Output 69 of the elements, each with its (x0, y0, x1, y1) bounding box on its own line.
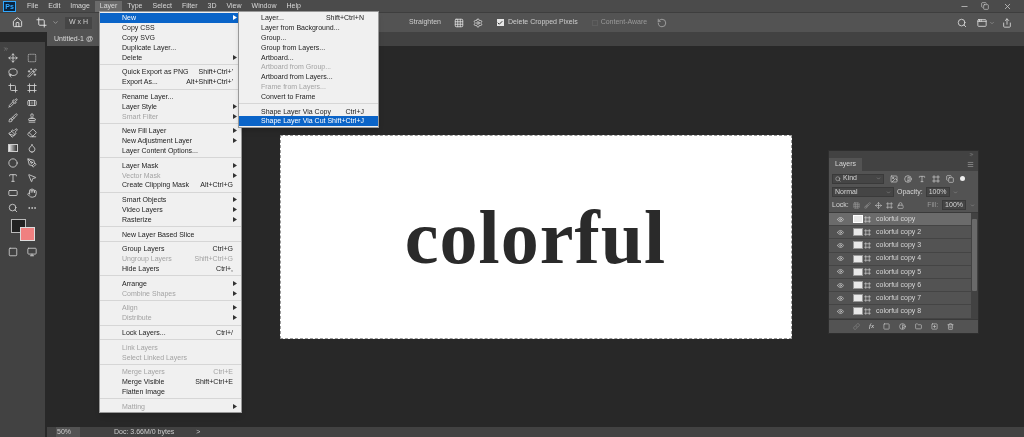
lock-artboard-icon[interactable] (885, 201, 893, 209)
layer-mask-icon (864, 281, 871, 289)
gradient-icon[interactable] (8, 144, 18, 152)
wand-icon[interactable] (27, 68, 37, 78)
share-icon[interactable] (1002, 17, 1012, 28)
image-filter-icon[interactable] (890, 174, 898, 183)
crop-icon[interactable] (36, 17, 47, 28)
move-icon[interactable] (8, 53, 18, 63)
quick-mask-icon[interactable] (8, 247, 18, 257)
lock-paint-icon[interactable] (863, 201, 871, 209)
settings-icon[interactable] (473, 17, 483, 28)
bandage-icon[interactable] (27, 98, 37, 108)
lock-icon[interactable] (896, 201, 904, 209)
lock-pixels-icon[interactable] (852, 201, 860, 209)
chevron-down-icon (876, 176, 881, 181)
workspace-icon[interactable] (977, 17, 987, 28)
layer-mask-icon (864, 215, 871, 223)
crop-icon[interactable] (8, 83, 18, 93)
droplet-icon[interactable] (27, 143, 37, 153)
type-filter-icon[interactable] (918, 174, 926, 183)
layer-mask-icon (864, 307, 871, 315)
layer-mask-icon (864, 255, 871, 263)
restore-icon[interactable] (981, 2, 989, 10)
new-layer-icon[interactable] (931, 322, 939, 330)
pen-icon[interactable] (27, 158, 37, 168)
scrollbar[interactable] (971, 213, 978, 319)
folder-icon[interactable] (915, 322, 923, 330)
type-icon[interactable] (8, 173, 18, 183)
undo-icon[interactable] (657, 17, 668, 28)
canvas-text: colorful (404, 198, 667, 275)
filter-toggle-icon[interactable] (960, 176, 965, 181)
search-icon (835, 175, 841, 182)
layer-mask-icon (864, 268, 871, 276)
search-icon[interactable] (957, 17, 967, 28)
close-icon[interactable] (1003, 1, 1012, 11)
menu-icon[interactable] (967, 161, 974, 168)
zoom-icon[interactable] (8, 203, 18, 213)
screen-mode-icon[interactable] (27, 247, 37, 257)
layer-mask-icon (864, 294, 871, 302)
submenu-arrow-icon (233, 15, 237, 21)
lock-position-icon[interactable] (874, 201, 882, 209)
chevron-down-icon[interactable] (52, 19, 59, 26)
adjustment-icon[interactable] (899, 322, 907, 330)
frame-icon[interactable] (27, 83, 37, 93)
submenu-arrow-icon (233, 403, 237, 409)
layer-mask-icon (864, 241, 871, 249)
rectangle-icon[interactable] (8, 188, 18, 198)
home-icon[interactable] (12, 17, 23, 28)
lasso-icon[interactable] (8, 68, 18, 78)
dodge-icon[interactable] (8, 158, 18, 168)
eraser-icon[interactable] (27, 128, 37, 138)
smart-object-filter-icon[interactable] (946, 174, 954, 183)
brush-icon[interactable] (8, 113, 18, 123)
submenu-arrow-icon (233, 54, 237, 60)
trash-icon[interactable] (947, 322, 955, 330)
grid-icon[interactable] (454, 17, 464, 28)
paintbrush-icon[interactable] (8, 128, 18, 138)
hand-icon[interactable] (27, 188, 37, 198)
chevron-down-icon (886, 189, 891, 195)
color-swatches-icon[interactable] (8, 219, 37, 243)
eyedropper-icon[interactable] (8, 98, 18, 108)
checkbox[interactable] (497, 19, 504, 26)
stamp-icon[interactable] (27, 113, 37, 123)
mask-icon[interactable] (883, 322, 891, 330)
layer-mask-icon (864, 228, 871, 236)
shape-filter-icon[interactable] (932, 174, 940, 183)
adjustment-filter-icon[interactable] (904, 174, 912, 183)
pointer-icon[interactable] (27, 173, 37, 183)
marquee-icon[interactable] (27, 53, 37, 63)
